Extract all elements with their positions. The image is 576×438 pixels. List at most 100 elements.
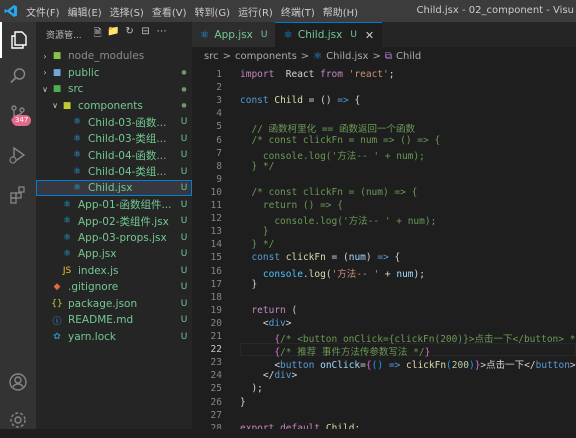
line-number: 2 xyxy=(216,82,222,94)
menu-run[interactable]: 运行(R) xyxy=(234,4,277,19)
tree-file[interactable]: ⚛ Child-04-类组... U xyxy=(36,164,192,180)
line-number: 16 xyxy=(210,265,222,277)
code-token: < xyxy=(240,317,269,329)
tree-file[interactable]: ⚛ App-02-类组件.jsx U xyxy=(36,213,192,229)
tree-item-label: package.json xyxy=(68,297,138,310)
line-number: 5 xyxy=(216,121,222,133)
menu-go[interactable]: 转到(G) xyxy=(191,4,235,19)
tree-folder[interactable]: › ■ public ● xyxy=(36,65,192,81)
breadcrumb-components[interactable]: components xyxy=(235,51,297,62)
line-number: 24 xyxy=(210,370,222,382)
tab-label: App.jsx xyxy=(214,28,253,41)
tree-file[interactable]: {} package.json U xyxy=(36,296,192,312)
tree-item-label: yarn.lock xyxy=(68,330,116,343)
breadcrumb-symbol[interactable]: Child xyxy=(396,51,421,62)
json-icon: {} xyxy=(51,298,63,309)
tree-file[interactable]: ✿ yarn.lock U xyxy=(36,329,192,345)
code-token: clickFn xyxy=(406,360,447,372)
folder-icon: ■ xyxy=(52,51,62,61)
tab-child-jsx[interactable]: ⚛ Child.jsx U ✕ xyxy=(275,22,383,47)
code-line: {/* <button onClick={clickFn(200)}>点击一下<… xyxy=(240,331,576,345)
code-line: </div> xyxy=(240,370,297,381)
tree-file[interactable]: ⚛ Child-03-类组... U xyxy=(36,131,192,147)
line-number: 11 xyxy=(210,200,222,211)
menu-terminal[interactable]: 终端(T) xyxy=(277,4,319,19)
git-status: U xyxy=(180,199,188,210)
chevron-right-icon: › xyxy=(43,68,47,77)
tree-file[interactable]: ⚛ Child-04-函数... U xyxy=(36,147,192,163)
tree-file[interactable]: ⚛ Child-03-函数... U xyxy=(36,114,192,130)
explorer-sidebar: 资源管... 🗎 📁 ↻ ⊟ ⋯ › ■ node_modules › ■ public ●… xyxy=(36,22,192,429)
tree-item-label: App-01-函数组件... xyxy=(78,199,172,211)
line-number: 26 xyxy=(210,396,222,408)
code-line: const Child = () => { xyxy=(240,95,360,106)
explorer-icon[interactable] xyxy=(0,22,36,58)
tab-app-jsx[interactable]: ⚛ App.jsx U xyxy=(192,22,276,47)
code-token: > xyxy=(569,360,576,372)
code-token: = () xyxy=(302,95,338,107)
chevron-right-icon: › xyxy=(43,51,47,61)
git-status: U xyxy=(180,133,188,144)
tree-folder[interactable]: › ■ node_modules xyxy=(36,48,192,64)
code-line: <div> xyxy=(240,318,292,329)
menu-file[interactable]: 文件(F) xyxy=(22,4,64,19)
tree-item-label: index.js xyxy=(78,264,119,277)
line-number: 1 xyxy=(216,69,222,80)
code-token: { xyxy=(348,95,361,107)
code-editor[interactable]: 1 import React from 'react'; 2 3 const Child… xyxy=(192,65,576,429)
code-token: () xyxy=(371,360,384,372)
react-icon: ⚛ xyxy=(72,150,82,160)
tree-file[interactable]: ⚛ App.jsx U xyxy=(36,246,192,262)
source-control-icon[interactable]: 347 xyxy=(0,96,36,132)
menu-help[interactable]: 帮助(H) xyxy=(319,4,362,19)
line-number: 14 xyxy=(210,239,222,251)
account-icon[interactable] xyxy=(0,364,36,400)
symbol-icon: ⧉ xyxy=(384,50,392,62)
git-status: ● xyxy=(181,85,187,93)
settings-gear-icon[interactable] xyxy=(0,402,36,438)
code-token: const xyxy=(240,95,269,107)
refresh-icon[interactable]: ↻ xyxy=(122,26,138,43)
code-token: const xyxy=(240,252,281,264)
tree-file[interactable]: ⓘ README.md U xyxy=(36,312,192,328)
tree-folder[interactable]: ∨ ■ components ● xyxy=(36,98,192,114)
extensions-icon[interactable] xyxy=(0,177,36,213)
tree-file[interactable]: ⚛ Child.jsx U xyxy=(36,180,192,196)
git-status: U xyxy=(180,117,188,127)
info-icon: ⓘ xyxy=(52,316,62,327)
code-token: } xyxy=(240,226,269,238)
menu-edit[interactable]: 编辑(E) xyxy=(64,4,106,19)
tree-item-label: Child-03-函数... xyxy=(88,116,167,129)
new-folder-icon[interactable]: 📁 xyxy=(106,26,122,43)
code-line: } xyxy=(240,279,257,290)
tree-item-label: src xyxy=(68,83,84,95)
tree-file[interactable]: ⚛ App-01-函数组件... U xyxy=(36,197,192,213)
search-icon[interactable] xyxy=(0,58,36,94)
react-icon: ⚛ xyxy=(283,29,293,41)
code-token: default xyxy=(280,422,321,429)
menu-selection[interactable]: 选择(S) xyxy=(106,4,148,19)
tree-file[interactable]: ⚛ App-03-props.jsx U xyxy=(36,230,192,246)
tree-item-label: components xyxy=(78,99,143,112)
more-actions-icon[interactable]: ⋯ xyxy=(154,26,170,43)
tree-folder[interactable]: ∨ ■ src ● xyxy=(36,81,192,97)
chevron-down-icon: ∨ xyxy=(42,84,48,94)
collapse-all-icon[interactable]: ⊟ xyxy=(138,26,154,43)
breadcrumb-separator: > xyxy=(300,50,310,62)
react-icon: ⚛ xyxy=(72,166,82,177)
git-status: ● xyxy=(181,102,187,109)
tree-file[interactable]: ◆ .gitignore U xyxy=(36,279,192,295)
menu-view[interactable]: 查看(V) xyxy=(148,4,191,19)
window-title: Child.jsx - 02_component - Visu xyxy=(416,5,575,16)
new-file-icon[interactable]: 🗎 xyxy=(90,26,106,43)
code-token: { xyxy=(388,252,401,264)
chevron-down-icon: ∨ xyxy=(52,101,58,110)
run-debug-icon[interactable] xyxy=(0,137,36,173)
breadcrumb-src[interactable]: src xyxy=(204,51,219,62)
code-token: ( xyxy=(285,304,298,316)
close-tab-icon[interactable]: ✕ xyxy=(365,29,374,42)
code-line: } xyxy=(240,397,246,408)
line-number: 18 xyxy=(210,291,222,303)
tree-file[interactable]: JS index.js U xyxy=(36,263,192,279)
breadcrumb-file[interactable]: Child.jsx xyxy=(326,51,368,62)
